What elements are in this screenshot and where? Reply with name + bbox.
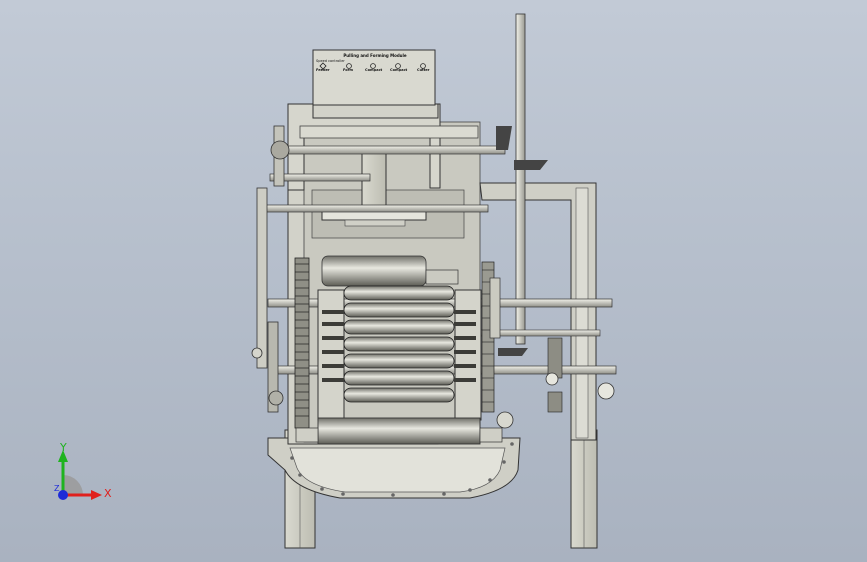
triad-y-label: Y: [60, 441, 67, 454]
bottom-roller: [317, 417, 481, 445]
shaft-3: [257, 204, 489, 213]
triad-z-label: Z: [54, 484, 60, 493]
stage-label-form: Form: [343, 68, 354, 72]
triad-x-label: X: [104, 487, 112, 500]
shaft-top: [274, 145, 506, 155]
forming-left-plate: [317, 289, 345, 421]
control-panel-title: Pulling and Forming Module: [343, 53, 407, 58]
forming-rollers: [343, 285, 455, 403]
vertical-rod: [515, 13, 526, 345]
forming-right-plate: [454, 289, 482, 421]
press-block: [361, 149, 387, 215]
shaft-2: [269, 173, 371, 182]
left-gear: [294, 257, 310, 429]
control-panel-subtitle: Speed controller: [316, 59, 345, 63]
left-plate: [256, 187, 268, 369]
stage-label-compact-1: Compact: [365, 68, 383, 72]
stage-label-cutter: Cutter: [417, 68, 430, 72]
machine-assembly-model[interactable]: [0, 0, 867, 562]
z-axis-dot: [58, 490, 68, 500]
stage-label-feeder: Feeder: [316, 68, 330, 72]
upper-roller: [321, 255, 427, 287]
cad-viewport[interactable]: Pulling and Forming Module Speed control…: [0, 0, 867, 562]
stage-label-compact-2: Compact: [390, 68, 408, 72]
